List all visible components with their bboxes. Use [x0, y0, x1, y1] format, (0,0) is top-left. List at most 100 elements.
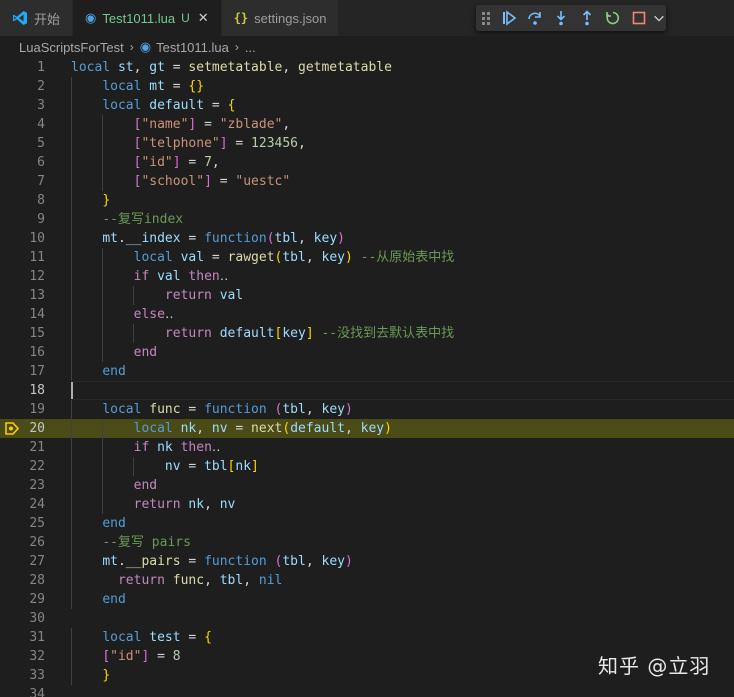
code-token: function	[204, 402, 267, 417]
code-text: local func = function (tbl, key)	[71, 400, 353, 419]
code-token: ,	[298, 136, 306, 151]
code-line[interactable]: 3 local default = {	[0, 96, 734, 115]
code-line[interactable]: 19 local func = function (tbl, key)	[0, 400, 734, 419]
code-line[interactable]: 17 end	[0, 362, 734, 381]
step-out-button[interactable]	[574, 7, 600, 29]
code-token: nk	[157, 440, 173, 455]
code-token: tbl	[282, 402, 306, 417]
code-line[interactable]: 24 return nk, nv	[0, 495, 734, 514]
code-line[interactable]: 22 nv = tbl[nk]	[0, 457, 734, 476]
code-text: local mt = {}	[71, 77, 204, 96]
code-line[interactable]: 27 mt.__pairs = function (tbl, key)	[0, 552, 734, 571]
breadcrumb-more[interactable]: ...	[245, 40, 256, 55]
code-token: local	[133, 250, 173, 265]
line-number: 13	[29, 288, 45, 303]
close-icon[interactable]: ✕	[198, 10, 209, 26]
breadcrumb-folder[interactable]: LuaScriptsForTest	[19, 40, 124, 55]
code-token: nk	[180, 421, 197, 436]
code-line[interactable]: 15 return default[key] --没找到去默认表中找	[0, 324, 734, 343]
line-number: 34	[29, 687, 45, 697]
line-number: 10	[29, 231, 45, 246]
code-line[interactable]: 31 local test = {	[0, 628, 734, 647]
code-line[interactable]: 16 end	[0, 343, 734, 362]
code-token: ‥	[219, 269, 229, 284]
code-token: ,	[305, 250, 322, 265]
code-line[interactable]: 18	[0, 381, 734, 400]
line-number: 8	[37, 193, 45, 208]
code-token: =	[149, 649, 173, 664]
code-token: nv	[211, 421, 228, 436]
drag-handle[interactable]	[482, 11, 492, 25]
tab-test1011-lua[interactable]: ◉ Test1011.lua U ✕	[73, 0, 222, 36]
code-token: {	[227, 98, 236, 113]
lua-file-icon: ◉	[139, 39, 152, 55]
code-line[interactable]: 9 --复写index	[0, 210, 734, 229]
more-options-button[interactable]	[652, 7, 666, 29]
code-editor[interactable]: 1 local st, gt = setmetatable, getmetatab…	[0, 58, 734, 697]
code-token: ,	[298, 231, 314, 246]
code-text: --复写index	[71, 210, 183, 229]
code-line[interactable]: 1 local st, gt = setmetatable, getmetatab…	[0, 58, 734, 77]
stop-button[interactable]	[626, 7, 652, 29]
code-token: =	[180, 155, 205, 170]
code-line[interactable]: 6 ["id"] = 7,	[0, 153, 734, 172]
code-token: function	[204, 231, 267, 246]
line-number: 9	[37, 212, 45, 227]
code-line[interactable]: 10 mt.__index = function(tbl, key)	[0, 229, 734, 248]
code-text: ["school"] = "uestc"	[71, 172, 291, 191]
code-line[interactable]: 20 local nk, nv = next(default, key)	[0, 419, 734, 438]
code-text: if nk then‥	[71, 438, 221, 457]
code-line[interactable]: 13 return val	[0, 286, 734, 305]
code-token: rawget	[227, 250, 275, 265]
code-line[interactable]: 29 end	[0, 590, 734, 609]
code-text: local default = {	[71, 96, 235, 115]
code-line[interactable]: 21 if nk then‥	[0, 438, 734, 457]
code-line[interactable]: 34	[0, 685, 734, 697]
code-token: --复写index	[102, 212, 184, 227]
line-number: 16	[29, 345, 45, 360]
code-line[interactable]: 7 ["school"] = "uestc"	[0, 172, 734, 191]
code-token: tbl	[219, 573, 244, 588]
code-line[interactable]: 11 local val = rawget(tbl, key) --从原始表中找	[0, 248, 734, 267]
code-token: ,	[305, 402, 322, 417]
text-cursor	[71, 382, 73, 399]
restart-button[interactable]	[600, 7, 626, 29]
code-line[interactable]: 26 --复写 pairs	[0, 533, 734, 552]
code-token: tbl	[274, 231, 299, 246]
code-line[interactable]: 2 local mt = {}	[0, 77, 734, 96]
code-token: (	[266, 231, 275, 246]
step-over-button[interactable]	[522, 7, 548, 29]
code-token: )	[344, 402, 353, 417]
code-line[interactable]: 25 end	[0, 514, 734, 533]
code-token: return	[164, 326, 212, 341]
code-text: if val then‥	[71, 267, 229, 286]
code-token: local	[102, 402, 142, 417]
code-line[interactable]: 5 ["telphone"] = 123456,	[0, 134, 734, 153]
tab-welcome[interactable]: 开始	[0, 0, 74, 36]
line-number: 7	[37, 174, 45, 189]
tab-settings-json[interactable]: {} settings.json	[221, 0, 340, 36]
code-line[interactable]: 23 end	[0, 476, 734, 495]
line-number: 28	[29, 573, 45, 588]
code-line[interactable]: 4 ["name"] = "zblade",	[0, 115, 734, 134]
breadcrumb-file[interactable]: Test1011.lua	[156, 40, 229, 55]
code-token: tbl	[282, 554, 306, 569]
code-line[interactable]: 14 else‥	[0, 305, 734, 324]
continue-icon	[503, 10, 517, 26]
code-line[interactable]: 30	[0, 609, 734, 628]
code-line[interactable]: 8 }	[0, 191, 734, 210]
code-token: ,	[133, 60, 150, 75]
code-line[interactable]: 12 if val then‥	[0, 267, 734, 286]
continue-button[interactable]	[496, 7, 522, 29]
code-token: test	[149, 630, 181, 645]
line-number: 17	[29, 364, 45, 379]
code-line[interactable]: 28 return func, tbl, nil	[0, 571, 734, 590]
code-text: --复写 pairs	[71, 533, 191, 552]
step-into-button[interactable]	[548, 7, 574, 29]
